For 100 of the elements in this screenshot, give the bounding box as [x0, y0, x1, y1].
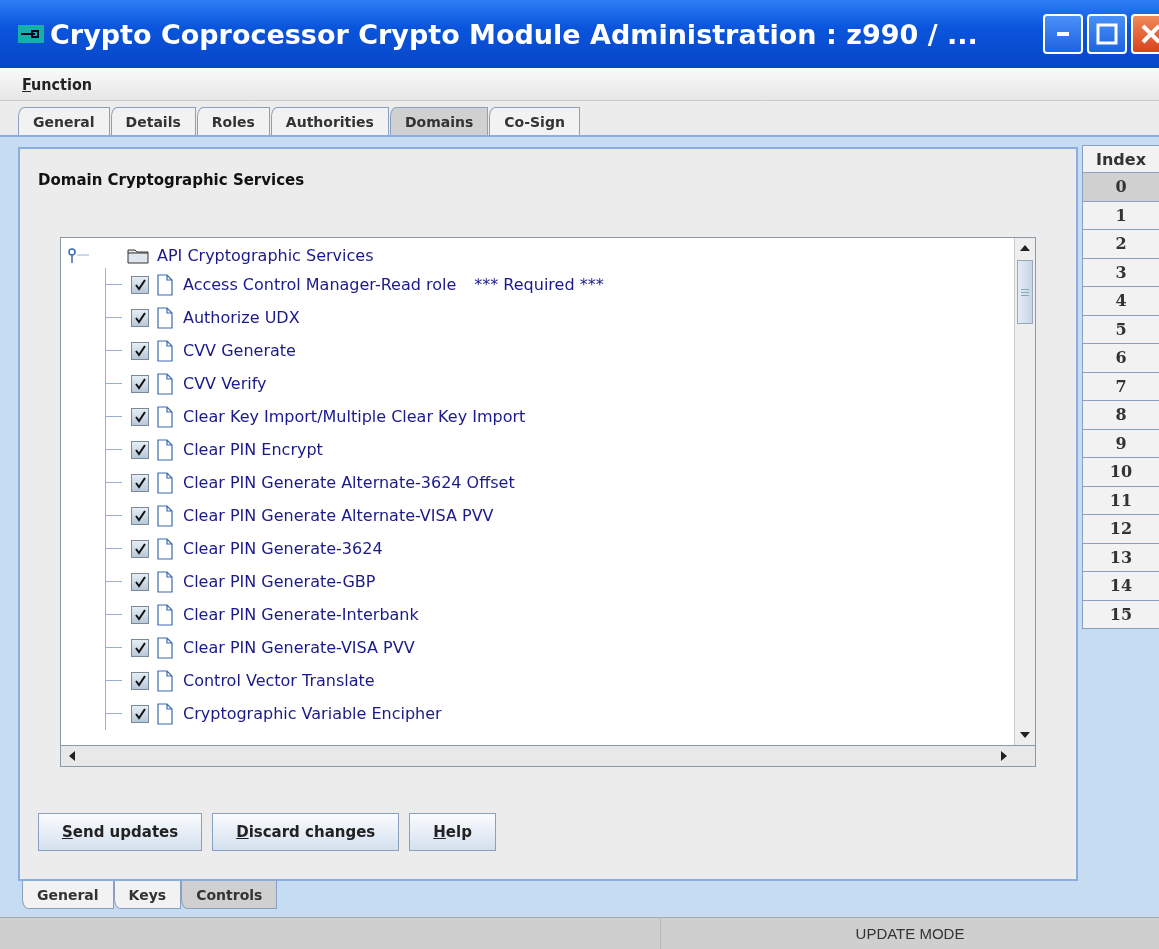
check-icon	[134, 674, 146, 687]
checkbox[interactable]	[131, 605, 149, 624]
checkbox[interactable]	[131, 671, 149, 690]
check-icon	[134, 344, 146, 357]
tab[interactable]: Roles	[196, 107, 270, 135]
scroll-up-icon	[1020, 245, 1030, 251]
folder-icon	[127, 246, 149, 264]
index-tab[interactable]: 4	[1082, 287, 1159, 316]
document-icon	[157, 372, 173, 395]
index-tab[interactable]: 15	[1082, 600, 1159, 629]
check-icon	[134, 641, 146, 654]
tree-item[interactable]: API Cryptographic Services	[157, 245, 374, 265]
check-icon	[134, 608, 146, 621]
checkbox[interactable]	[131, 275, 149, 294]
index-tab[interactable]: 5	[1082, 315, 1159, 344]
tree-item[interactable]: CVV Generate	[183, 341, 296, 360]
tab[interactable]: General	[22, 881, 114, 909]
expand-handle-icon[interactable]	[68, 248, 76, 263]
key-icon	[18, 25, 44, 43]
checkbox[interactable]	[131, 407, 149, 426]
document-icon	[157, 504, 173, 527]
close-icon	[1140, 23, 1159, 45]
checkbox[interactable]	[131, 539, 149, 558]
document-icon	[157, 702, 173, 725]
checkbox[interactable]	[131, 572, 149, 591]
scroll-left-icon	[69, 751, 75, 761]
tab[interactable]: General	[18, 107, 110, 135]
check-icon	[134, 377, 146, 390]
tree-item[interactable]: Control Vector Translate	[183, 671, 375, 690]
index-tab[interactable]: 3	[1082, 258, 1159, 287]
window-title: Crypto Coprocessor Crypto Module Administration : z990 / ...	[50, 18, 978, 50]
checkbox[interactable]	[131, 473, 149, 492]
check-icon	[134, 410, 146, 423]
tree-item[interactable]: Authorize UDX	[183, 308, 300, 327]
tree-item[interactable]: Clear PIN Generate-GBP	[183, 572, 376, 591]
tab[interactable]: Domains	[389, 107, 489, 135]
minimize-button[interactable]	[1043, 14, 1083, 54]
checkbox[interactable]	[131, 704, 149, 723]
close-button[interactable]	[1131, 14, 1159, 54]
index-tab[interactable]: 10	[1082, 458, 1159, 487]
checkbox[interactable]	[131, 308, 149, 327]
tab[interactable]: Authorities	[270, 107, 389, 135]
index-tab[interactable]: 14	[1082, 572, 1159, 601]
maximize-icon	[1096, 23, 1118, 45]
tree-item[interactable]: Access Control Manager-Read role	[183, 275, 457, 294]
index-tab[interactable]: 8	[1082, 401, 1159, 430]
check-icon	[134, 542, 146, 555]
check-icon	[134, 278, 146, 291]
panel-title: Domain Cryptographic Services	[38, 171, 306, 189]
scroll-right-icon	[1001, 751, 1007, 761]
document-icon	[157, 669, 173, 692]
tree-item[interactable]: Clear Key Import/Multiple Clear Key Import	[183, 407, 526, 426]
tree-item[interactable]: CVV Verify	[183, 374, 267, 393]
maximize-button[interactable]	[1087, 14, 1127, 54]
checkbox[interactable]	[131, 374, 149, 393]
minimize-icon	[1057, 32, 1069, 36]
horizontal-scrollbar[interactable]	[61, 745, 1035, 766]
menu-item[interactable]: Function	[22, 74, 93, 94]
index-tab[interactable]: 11	[1082, 486, 1159, 515]
tab[interactable]: Controls	[181, 881, 278, 909]
checkbox[interactable]	[131, 341, 149, 360]
tree-item[interactable]: Clear PIN Generate-Interbank	[183, 605, 419, 624]
check-icon	[134, 443, 146, 456]
index-tab[interactable]: 9	[1082, 429, 1159, 458]
index-tab[interactable]: 2	[1082, 230, 1159, 259]
tree-item[interactable]: Clear PIN Generate Alternate-3624 Offset	[183, 473, 515, 492]
index-tab[interactable]: 0	[1082, 173, 1159, 202]
check-icon	[134, 575, 146, 588]
document-icon	[157, 306, 173, 329]
document-icon	[157, 570, 173, 593]
index-tab[interactable]: 1	[1082, 201, 1159, 230]
tab[interactable]: Co-Sign	[489, 107, 580, 135]
checkbox[interactable]	[131, 506, 149, 525]
document-icon	[157, 471, 173, 494]
action-button[interactable]: Help	[409, 813, 496, 851]
tree-item[interactable]: Clear PIN Generate-3624	[183, 539, 383, 558]
index-tab[interactable]: 7	[1082, 372, 1159, 401]
tab[interactable]: Keys	[113, 881, 182, 909]
action-button[interactable]: Send updates	[38, 813, 203, 851]
action-button[interactable]: Discard changes	[212, 813, 400, 851]
document-icon	[157, 339, 173, 362]
status-text: UPDATE MODE	[854, 924, 966, 944]
document-icon	[157, 603, 173, 626]
document-icon	[157, 537, 173, 560]
tree-item[interactable]: Clear PIN Encrypt	[183, 440, 323, 459]
checkbox[interactable]	[131, 440, 149, 459]
tree-item[interactable]: Clear PIN Generate Alternate-VISA PVV	[183, 506, 494, 525]
index-tab[interactable]: 12	[1082, 515, 1159, 544]
checkbox[interactable]	[131, 638, 149, 657]
required-note: *** Required ***	[474, 275, 604, 294]
index-tab[interactable]: 6	[1082, 344, 1159, 373]
document-icon	[157, 405, 173, 428]
tree-item[interactable]: Clear PIN Generate-VISA PVV	[183, 638, 415, 657]
tab[interactable]: Details	[110, 107, 196, 135]
index-tab[interactable]: 13	[1082, 543, 1159, 572]
document-icon	[157, 438, 173, 461]
tree-item[interactable]: Cryptographic Variable Encipher	[183, 704, 442, 723]
vertical-scrollbar[interactable]	[1014, 238, 1035, 745]
check-icon	[134, 311, 146, 324]
check-icon	[134, 476, 146, 489]
